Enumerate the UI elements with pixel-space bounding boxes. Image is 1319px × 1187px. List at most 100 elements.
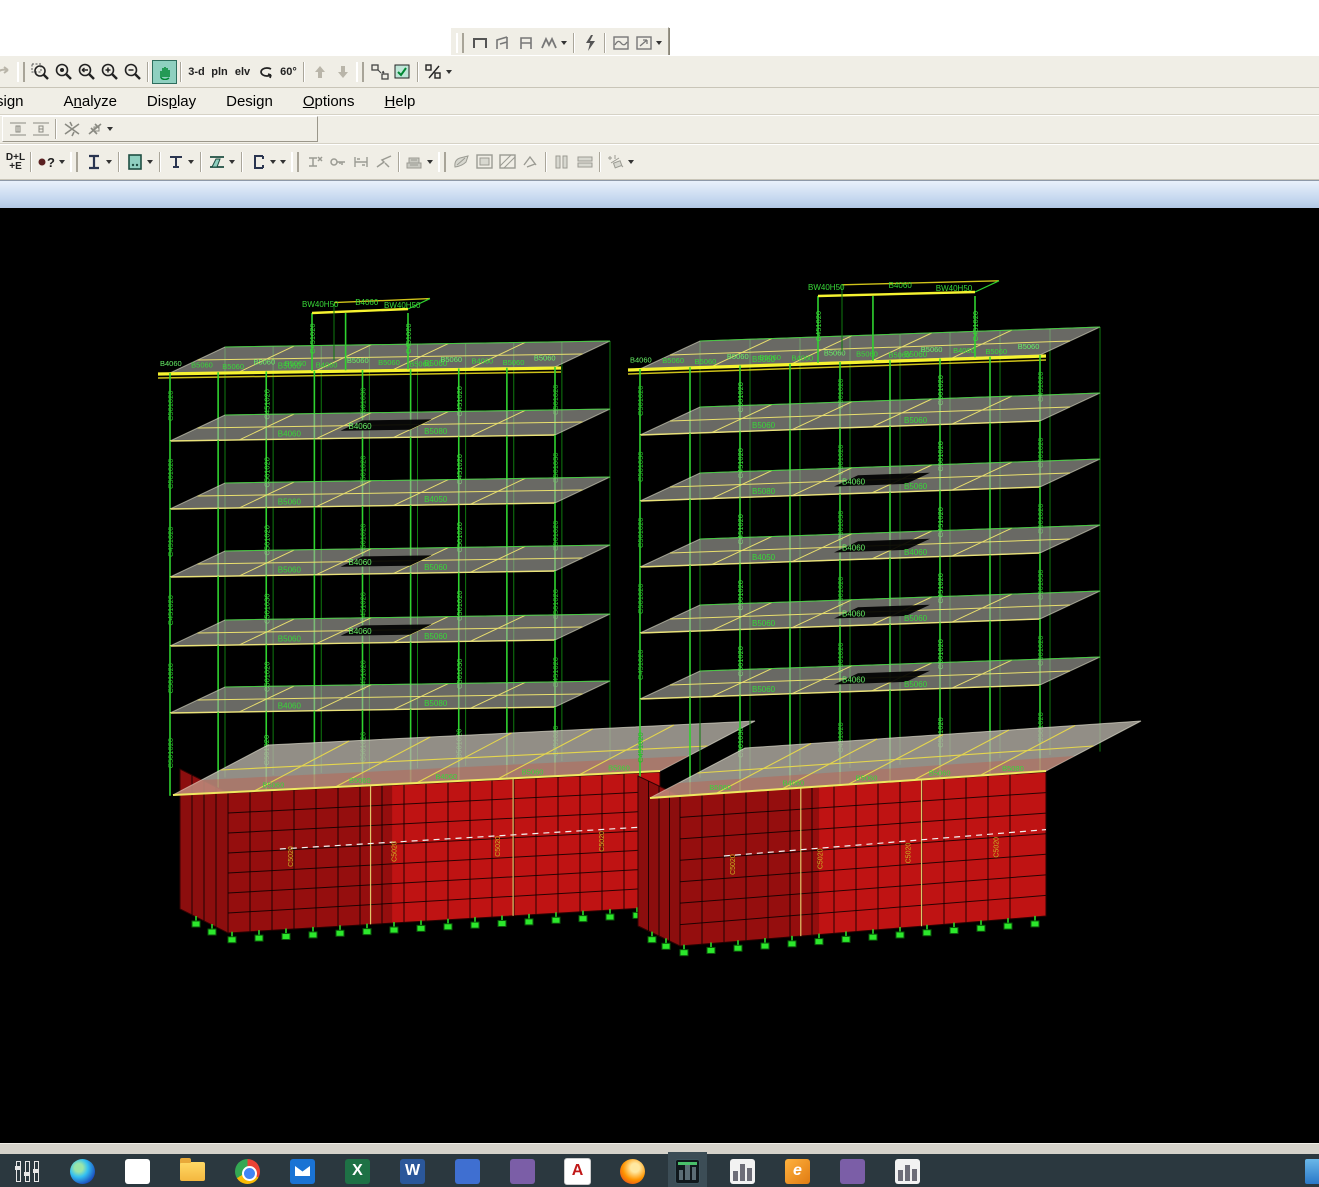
view-3d-button[interactable]: 3-d — [185, 61, 208, 83]
design-group-icon[interactable] — [303, 151, 326, 173]
partial-app-icon[interactable] — [1305, 1159, 1319, 1184]
menu-item-help[interactable]: Help — [376, 89, 425, 114]
show-deformed-shape-icon[interactable] — [609, 32, 632, 54]
zoom-out-icon[interactable] — [121, 61, 144, 83]
spandrel-design-icon[interactable] — [473, 151, 496, 173]
frame-zigzag-icon[interactable] — [537, 32, 560, 54]
break-elements-icon[interactable] — [60, 118, 83, 140]
steel-design-ibeam-icon[interactable] — [82, 151, 105, 173]
edge-icon[interactable] — [69, 1158, 96, 1185]
svg-text:B5060: B5060 — [278, 634, 302, 643]
composite-dropdown-arrow[interactable] — [188, 160, 194, 164]
zoom-full-icon[interactable] — [52, 61, 75, 83]
show-output-icon[interactable] — [632, 32, 655, 54]
menu-item-analyze[interactable]: Analyze — [55, 89, 126, 114]
zoom-window-icon[interactable] — [29, 61, 52, 83]
sliders-app-icon[interactable] — [14, 1158, 41, 1185]
rotate-view-icon[interactable] — [254, 61, 277, 83]
menu-item-design[interactable]: Design — [217, 89, 282, 114]
design-key-icon[interactable] — [326, 151, 349, 173]
selection-ratio-icon[interactable] — [422, 61, 445, 83]
shrink-objects-icon[interactable] — [368, 61, 391, 83]
move-up-story-icon[interactable] — [308, 61, 331, 83]
purple-grid-app-2-icon[interactable] — [839, 1158, 866, 1185]
spandrel-section-icon[interactable] — [573, 151, 596, 173]
menu-item-display[interactable]: Display — [138, 89, 205, 114]
ratio-dropdown-arrow[interactable] — [446, 70, 452, 74]
cold-formed-channel-icon[interactable] — [246, 151, 269, 173]
channel-dropdown-arrow-2[interactable] — [280, 160, 286, 164]
svg-text:B5080: B5080 — [424, 699, 448, 708]
move-down-story-icon[interactable] — [331, 61, 354, 83]
frame-portal-icon[interactable] — [468, 32, 491, 54]
grid-data-table-icon[interactable] — [29, 118, 52, 140]
perspective-toggle-button[interactable]: 60° — [277, 61, 300, 83]
pier-design-icon[interactable] — [450, 151, 473, 173]
display-dropdown-arrow[interactable] — [656, 41, 662, 45]
toolbar-grip[interactable] — [291, 152, 299, 172]
design-combo-select-icon[interactable] — [349, 151, 372, 173]
mail-icon[interactable] — [289, 1158, 316, 1185]
wall-dropdown-arrow[interactable] — [427, 160, 433, 164]
svg-text:B5060: B5060 — [349, 776, 371, 785]
file-explorer-icon[interactable] — [179, 1158, 206, 1185]
toolbar-grip[interactable] — [17, 62, 25, 82]
channel-dropdown-arrow[interactable] — [270, 160, 276, 164]
pan-hand-icon[interactable] — [152, 60, 177, 84]
joist-dropdown-arrow[interactable] — [229, 160, 235, 164]
firefox-icon[interactable] — [619, 1158, 646, 1185]
load-combo-icon[interactable]: D+L+E — [4, 151, 27, 173]
zoom-previous-icon[interactable] — [75, 61, 98, 83]
building-app-2-icon[interactable] — [894, 1158, 921, 1185]
concrete-dropdown-arrow[interactable] — [147, 160, 153, 164]
run-analysis-lightning-icon[interactable] — [578, 32, 601, 54]
svg-text:B5060: B5060 — [904, 416, 928, 425]
steel-joist-icon[interactable] — [205, 151, 228, 173]
svg-text:B5060: B5060 — [222, 362, 244, 371]
model-viewport[interactable]: C501020C451020C501030C451020C501020B5060… — [0, 208, 1319, 1143]
overwrite-dropdown-arrow[interactable] — [628, 160, 634, 164]
building-app-icon[interactable] — [729, 1158, 756, 1185]
wall-hatch-icon[interactable] — [496, 151, 519, 173]
member-info-icon[interactable]: ? — [35, 151, 58, 173]
toolbar-grip[interactable] — [356, 62, 364, 82]
toolbar-grip[interactable] — [438, 152, 446, 172]
composite-beam-icon[interactable] — [164, 151, 187, 173]
menu-item-options[interactable]: Options — [294, 89, 364, 114]
svg-text:C5020: C5020 — [906, 843, 913, 864]
calculator-icon[interactable] — [454, 1158, 481, 1185]
pier-section-icon[interactable] — [550, 151, 573, 173]
design-verify-icon[interactable] — [372, 151, 395, 173]
frame-sloped-icon[interactable] — [491, 32, 514, 54]
story-data-table-icon[interactable] — [6, 118, 29, 140]
svg-text:B5060: B5060 — [263, 780, 285, 789]
toolbar-grip[interactable] — [70, 152, 78, 172]
toolbar-grip[interactable] — [456, 33, 464, 53]
purple-grid-app-icon[interactable] — [509, 1158, 536, 1185]
concrete-design-icon[interactable] — [123, 151, 146, 173]
word-icon[interactable]: W — [399, 1158, 426, 1185]
wall-overwrite-icon[interactable] — [604, 151, 627, 173]
steel-dropdown-arrow[interactable] — [106, 160, 112, 164]
store-icon[interactable] — [124, 1158, 151, 1185]
wall-stack-icon[interactable] — [403, 151, 426, 173]
etabs-e-icon[interactable]: e — [784, 1158, 811, 1185]
autocad-icon[interactable]: A — [564, 1158, 591, 1185]
3d-model-scene[interactable]: C501020C451020C501030C451020C501020B5060… — [0, 208, 1319, 1143]
zoom-in-icon[interactable] — [98, 61, 121, 83]
view-plan-button[interactable]: pln — [208, 61, 231, 83]
wall-assign-icon[interactable] — [519, 151, 542, 173]
excel-icon[interactable]: X — [344, 1158, 371, 1185]
menu-item-assign[interactable]: sign — [0, 89, 33, 114]
section-cut-icon[interactable] — [83, 118, 106, 140]
view-elevation-button[interactable]: elv — [231, 61, 254, 83]
separator — [241, 152, 243, 172]
display-options-check-icon[interactable] — [391, 61, 414, 83]
cut-dropdown-arrow[interactable] — [107, 127, 113, 131]
undo-icon[interactable] — [0, 61, 15, 83]
frame-dropdown-arrow[interactable] — [561, 41, 567, 45]
info-dropdown-arrow[interactable] — [59, 160, 65, 164]
chrome-icon[interactable] — [234, 1158, 261, 1185]
frame-two-story-icon[interactable] — [514, 32, 537, 54]
etabs-active-app-icon[interactable] — [674, 1158, 701, 1185]
